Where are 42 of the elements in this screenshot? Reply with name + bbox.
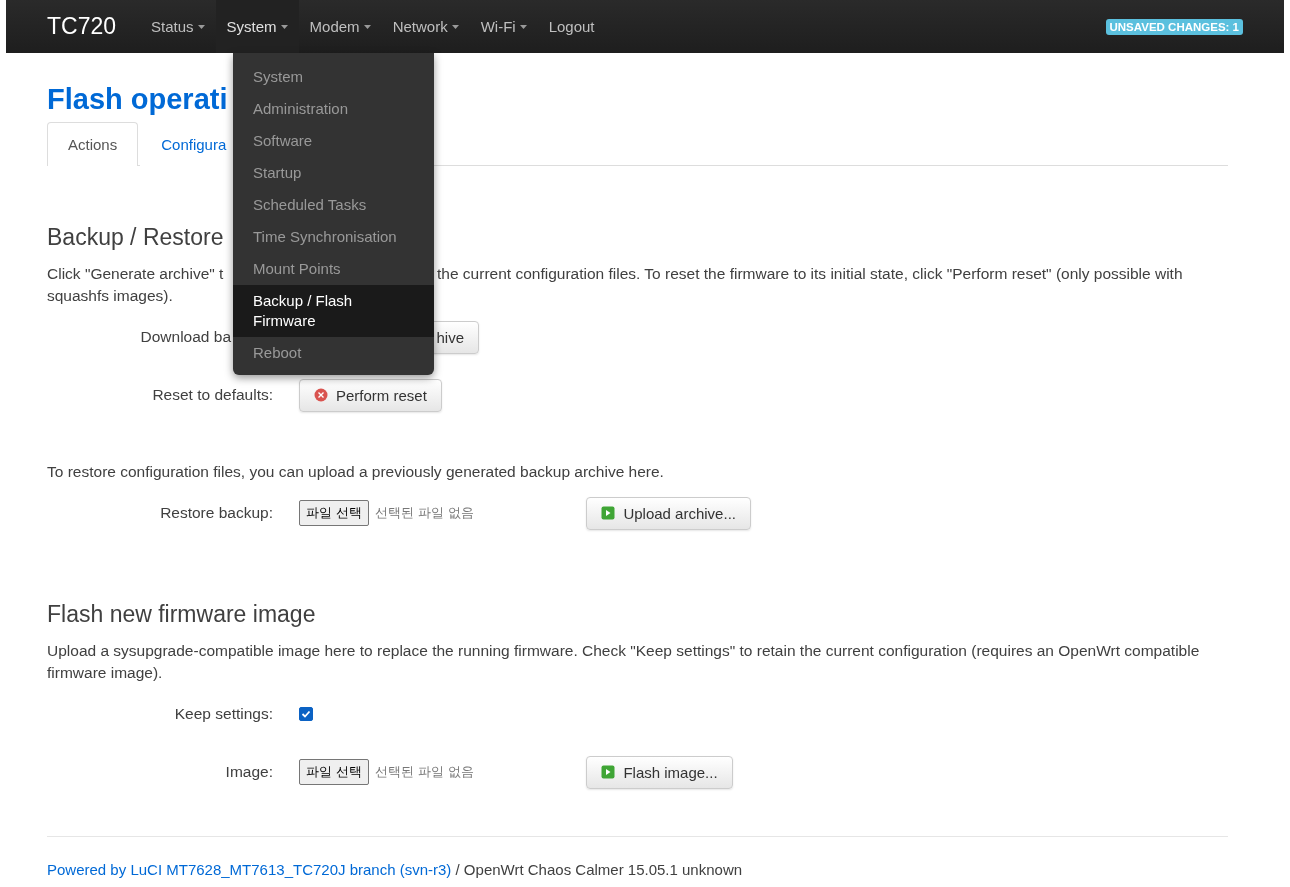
menu-item[interactable]: Reboot <box>233 337 434 369</box>
description-text: squashfs images). <box>47 287 173 304</box>
file-status: 선택된 파일 없음 <box>375 763 475 781</box>
nav-item[interactable]: Logout <box>537 0 606 53</box>
menu-item[interactable]: Time Synchronisation <box>233 221 434 253</box>
description-text: To restore configuration files, you can upload a previously generated backup archive here. <box>47 462 665 482</box>
menu-item[interactable]: Scheduled Tasks <box>233 189 434 221</box>
description-text: Click "Generate archive" t <box>47 264 225 284</box>
flash-image-button[interactable]: Flash image... <box>586 755 733 789</box>
nav-item[interactable]: Wi-Fi <box>469 0 538 53</box>
reset-icon <box>314 388 328 402</box>
play-icon <box>601 765 616 779</box>
field-label: Restore backup: <box>159 504 273 522</box>
nav-item[interactable]: Status <box>140 0 216 53</box>
nav-item[interactable]: System <box>215 0 299 53</box>
upload-archive-button[interactable]: Upload archive... <box>586 496 751 530</box>
menu-item[interactable]: Mount Points <box>233 253 434 285</box>
description-text: the current configuration files. To reset the firmware to its initial state, click "Perform reset" (only possible with <box>437 264 1183 284</box>
luci-link[interactable]: Powered by LuCI MT7628_MT7613_TC720J branch (svn-r3) <box>47 861 452 878</box>
field-label: Reset to defaults: <box>151 386 273 404</box>
brand[interactable]: TC720 <box>47 13 117 40</box>
file-status: 선택된 파일 없음 <box>375 504 475 522</box>
description-text: Upload a sysupgrade-compatible image here to replace the running firmware. Check "Keep settings" to retain the current configuration (requires an OpenWrt compatible firmware image). <box>47 641 1201 683</box>
check-icon <box>301 709 311 719</box>
field-label: Image: <box>224 763 273 781</box>
page-title: Flash operati <box>47 83 228 116</box>
perform-reset-button[interactable]: Perform reset <box>299 378 442 412</box>
nav-item[interactable]: Modem <box>298 0 382 53</box>
choose-file-button[interactable]: 파일 선택 <box>299 759 370 785</box>
choose-file-button[interactable]: 파일 선택 <box>299 500 370 526</box>
play-icon <box>601 506 616 520</box>
menu-item[interactable]: Administration <box>233 93 434 125</box>
section-heading: Backup / Restore <box>47 224 224 251</box>
menu-item[interactable]: System <box>233 61 434 93</box>
field-label: Download ba <box>139 328 231 346</box>
tab[interactable]: Actions <box>47 122 139 166</box>
footer-text: / OpenWrt Chaos Calmer 15.05.1 unknown <box>455 861 743 878</box>
menu-item[interactable]: Backup / Flash Firmware <box>233 285 434 337</box>
section-heading: Flash new firmware image <box>47 601 316 628</box>
keep-settings-checkbox[interactable] <box>299 707 313 721</box>
field-label: Keep settings: <box>173 705 273 723</box>
nav-item[interactable]: Network <box>381 0 470 53</box>
